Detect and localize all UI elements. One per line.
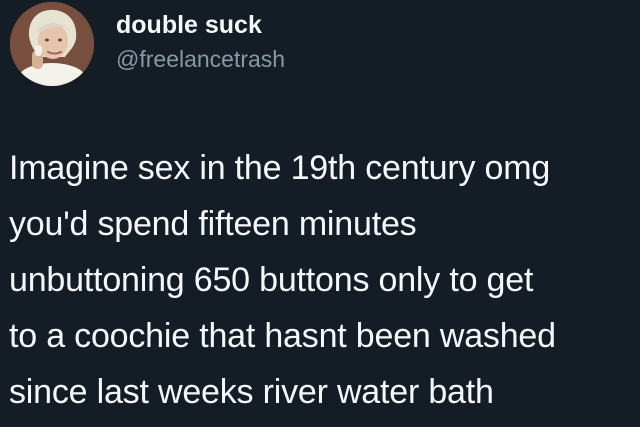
tweet-text-line: to a coochie that hasnt been washed (9, 317, 556, 355)
author-info: double suck @freelancetrash (116, 12, 285, 72)
display-name[interactable]: double suck (116, 12, 285, 40)
tweet-text-line: Imagine sex in the 19th century omg (9, 149, 551, 187)
tweet-header: double suck @freelancetrash (10, 2, 285, 86)
avatar[interactable] (10, 2, 94, 86)
tweet-text-line: you'd spend fifteen minutes (9, 205, 417, 243)
avatar-image (10, 2, 94, 86)
tweet-text-line: unbuttoning 650 buttons only to get (9, 261, 534, 299)
tweet-text-line: since last weeks river water bath (9, 373, 494, 411)
tweet-card: double suck @freelancetrash Imagine sex … (0, 0, 640, 427)
tweet-text: Imagine sex in the 19th century omg you'… (9, 140, 633, 420)
user-handle[interactable]: @freelancetrash (116, 46, 285, 72)
